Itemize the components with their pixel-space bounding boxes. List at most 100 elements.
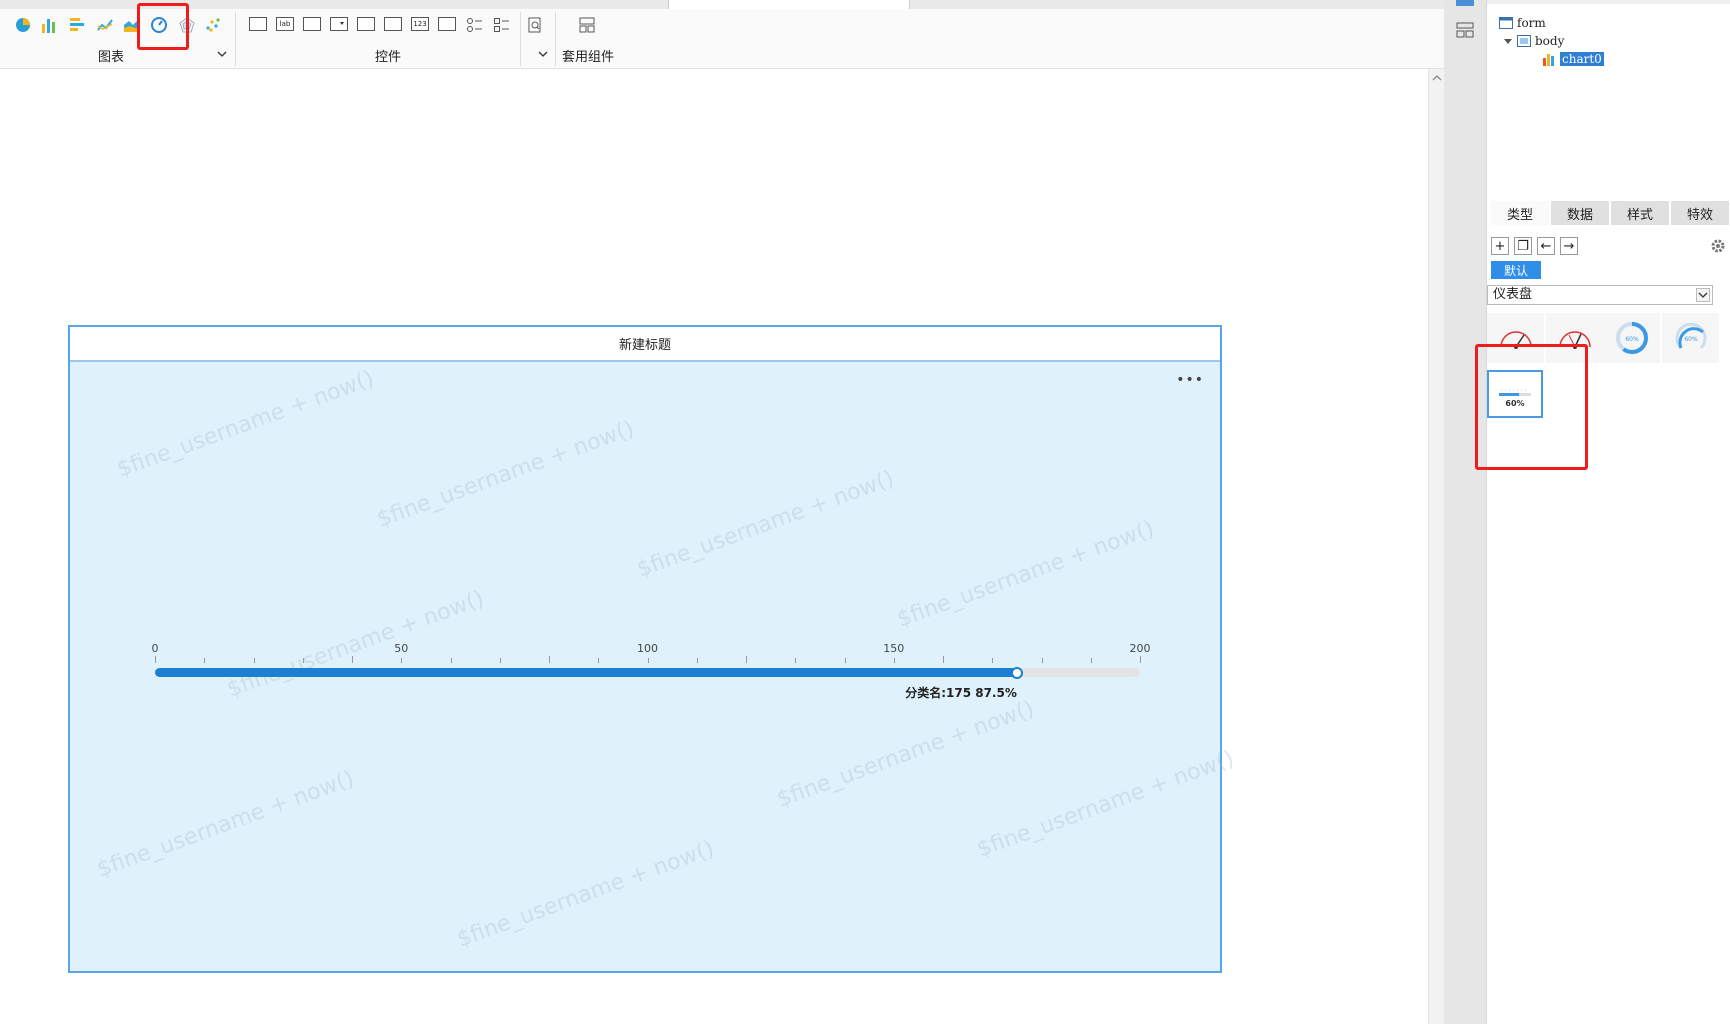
tree-node-form[interactable]: form bbox=[1499, 16, 1546, 30]
textbox-icon[interactable] bbox=[249, 17, 267, 31]
gauge-tick-label: 100 bbox=[637, 642, 658, 655]
gauge-minor-tick bbox=[943, 656, 944, 663]
chart-type-select[interactable]: 仪表盘 bbox=[1487, 285, 1713, 305]
chevron-down-icon[interactable] bbox=[1696, 288, 1710, 302]
bar-chart-icon[interactable] bbox=[38, 14, 60, 36]
progress-thumb-highlight bbox=[1475, 344, 1588, 470]
tree-node-body[interactable]: body bbox=[1503, 34, 1564, 48]
widget-group-label: 套用组件 bbox=[562, 50, 615, 65]
watermark: $fine_username + now() bbox=[93, 766, 358, 883]
tab-active[interactable] bbox=[668, 0, 910, 9]
gauge-tick-label: 0 bbox=[151, 642, 159, 655]
chart-widget[interactable]: 新建标题 $fine_username + now() $fine_userna… bbox=[68, 325, 1237, 973]
button-icon[interactable] bbox=[303, 17, 321, 31]
gauge-minor-tick bbox=[844, 658, 846, 663]
textarea-icon[interactable] bbox=[438, 17, 456, 31]
gauge-tick-label: 150 bbox=[883, 642, 905, 655]
thumb-percent: 60% bbox=[1625, 336, 1639, 343]
gauge-thumb-slot[interactable]: 60% bbox=[1662, 313, 1719, 363]
horizontal-bar-icon[interactable] bbox=[66, 14, 88, 36]
gauge-minor-tick bbox=[746, 656, 747, 663]
tree-node-label-selected: chart0 bbox=[1560, 52, 1604, 66]
label-icon[interactable]: lab bbox=[276, 17, 294, 31]
gauge-minor-tick bbox=[499, 658, 501, 663]
gauge-minor-tick bbox=[352, 656, 353, 663]
gauge-minor-tick bbox=[1140, 656, 1141, 663]
move-right-button[interactable]: → bbox=[1560, 237, 1578, 255]
radio-group-icon[interactable] bbox=[464, 14, 486, 36]
gauge-tick-label: 50 bbox=[394, 642, 409, 655]
more-options-icon[interactable]: ••• bbox=[1176, 372, 1204, 388]
side-toolbar bbox=[1444, 0, 1486, 1024]
search-icon[interactable] bbox=[524, 14, 546, 36]
pie-chart-icon[interactable] bbox=[12, 14, 34, 36]
widget-title[interactable]: 新建标题 bbox=[70, 327, 1220, 362]
property-panel: form body chart0 类型 数据 样式 特效 + ❐ ← → 默认 … bbox=[1475, 0, 1730, 1024]
gauge-minor-tick bbox=[1090, 658, 1092, 663]
default-tag[interactable]: 默认 bbox=[1491, 261, 1541, 279]
gauge-minor-tick bbox=[204, 658, 206, 663]
tab-strip bbox=[0, 0, 1444, 9]
gauge-knob bbox=[1010, 667, 1023, 679]
chevron-up-icon[interactable] bbox=[1430, 73, 1444, 83]
chart-type-value: 仪表盘 bbox=[1493, 287, 1533, 302]
widget-template-icon[interactable] bbox=[576, 14, 598, 36]
gauge-icon-highlight bbox=[137, 3, 189, 50]
chevron-down-icon[interactable] bbox=[216, 48, 228, 60]
tree-node-label: form bbox=[1517, 16, 1546, 30]
gauge-minor-tick bbox=[155, 656, 156, 663]
layout-icon[interactable] bbox=[1456, 22, 1474, 38]
form-icon bbox=[1499, 17, 1513, 29]
tab-effects[interactable]: 特效 bbox=[1671, 201, 1729, 225]
widget-body[interactable]: $fine_username + now() $fine_username + … bbox=[70, 362, 1237, 971]
watermark: $fine_username + now() bbox=[373, 416, 638, 533]
watermark: $fine_username + now() bbox=[633, 466, 898, 583]
tab-style[interactable]: 样式 bbox=[1611, 201, 1669, 225]
tab-type[interactable]: 类型 bbox=[1491, 201, 1549, 225]
add-button[interactable]: + bbox=[1491, 237, 1509, 255]
date-picker-icon[interactable] bbox=[357, 17, 375, 31]
tree-node-chart[interactable]: chart0 bbox=[1542, 52, 1604, 66]
body-icon bbox=[1517, 35, 1531, 47]
control-group-label: 控件 bbox=[375, 50, 402, 65]
gauge-minor-tick bbox=[795, 658, 797, 663]
gauge-minor-tick bbox=[450, 658, 452, 663]
gauge-tick-label: 200 bbox=[1129, 642, 1151, 655]
tab-data[interactable]: 数据 bbox=[1551, 201, 1609, 225]
watermark: $fine_username + now() bbox=[113, 366, 378, 483]
move-left-button[interactable]: ← bbox=[1537, 237, 1555, 255]
calendar-icon[interactable] bbox=[384, 17, 402, 31]
scatter-chart-icon[interactable] bbox=[202, 14, 224, 36]
copy-button[interactable]: ❐ bbox=[1514, 237, 1532, 255]
tree-node-label: body bbox=[1535, 34, 1565, 48]
chart-group-label: 图表 bbox=[98, 50, 125, 65]
chevron-down-icon[interactable] bbox=[537, 48, 549, 60]
line-chart-icon[interactable] bbox=[94, 14, 116, 36]
combo-box-icon[interactable] bbox=[330, 17, 348, 31]
vertical-scrollbar[interactable] bbox=[1428, 69, 1445, 1024]
watermark: $fine_username + now() bbox=[453, 836, 718, 953]
gauge-minor-tick bbox=[302, 658, 304, 663]
widget-title-text: 新建标题 bbox=[618, 338, 671, 353]
gauge-thumb-ring[interactable]: 60% bbox=[1603, 313, 1660, 363]
chart-node-icon bbox=[1543, 54, 1554, 66]
gauge-minor-tick bbox=[549, 656, 550, 663]
checkbox-group-icon[interactable] bbox=[491, 14, 513, 36]
watermark: $fine_username + now() bbox=[893, 516, 1158, 633]
gauge-minor-tick bbox=[696, 658, 698, 663]
toolbar: 图表 lab 123 控件 套用组件 bbox=[0, 0, 1444, 69]
gauge-minor-tick bbox=[1041, 658, 1043, 663]
collapse-triangle-icon[interactable] bbox=[1503, 36, 1513, 46]
gauge-fill bbox=[155, 668, 1017, 677]
gauge-value-label: 分类名:175 87.5% bbox=[905, 686, 1017, 700]
gauge-minor-tick bbox=[401, 658, 403, 663]
gauge-minor-tick bbox=[893, 658, 895, 663]
gauge-minor-tick bbox=[598, 658, 600, 663]
component-icon[interactable] bbox=[1456, 0, 1474, 6]
divider bbox=[235, 12, 236, 66]
gear-icon[interactable] bbox=[1709, 237, 1727, 255]
divider bbox=[520, 12, 521, 66]
gauge-minor-tick bbox=[992, 658, 994, 663]
divider bbox=[555, 12, 556, 66]
number-input-icon[interactable]: 123 bbox=[411, 17, 429, 31]
